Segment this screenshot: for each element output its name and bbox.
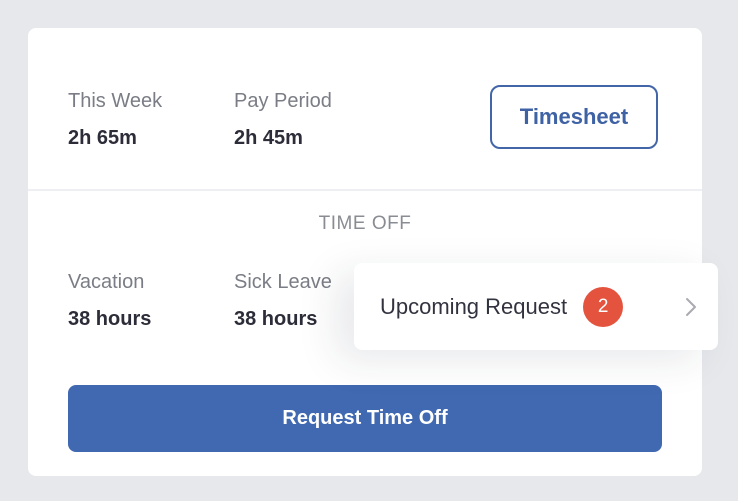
- this-week-label: This Week: [68, 90, 163, 112]
- divider: [28, 189, 702, 191]
- time-off-title: TIME OFF: [318, 213, 412, 234]
- this-week-value: 2h 65m: [68, 127, 137, 149]
- vacation-value: 38 hours: [68, 308, 152, 330]
- vacation-stat: Vacation 38 hours: [68, 270, 151, 331]
- chevron-right-icon[interactable]: [684, 296, 698, 318]
- pay-period-stat: Pay Period 2h 45m: [234, 89, 332, 150]
- upcoming-request-label: Upcoming Request: [380, 293, 568, 319]
- pay-period-label: Pay Period: [234, 90, 332, 112]
- upcoming-count-badge: 2: [583, 286, 624, 327]
- upcoming-request-item[interactable]: Upcoming Request 2: [354, 263, 718, 350]
- this-week-stat: This Week 2h 65m: [68, 89, 162, 150]
- pay-period-value: 2h 45m: [234, 127, 303, 149]
- timesheet-button[interactable]: Timesheet: [490, 85, 658, 149]
- time-card: This Week 2h 65m Pay Period 2h 45m Times…: [28, 28, 702, 476]
- sick-leave-value: 38 hours: [234, 308, 318, 330]
- sick-leave-label: Sick Leave: [234, 271, 332, 293]
- sick-leave-stat: Sick Leave 38 hours: [234, 270, 332, 331]
- request-time-off-button[interactable]: Request Time Off: [68, 385, 662, 452]
- vacation-label: Vacation: [68, 271, 145, 293]
